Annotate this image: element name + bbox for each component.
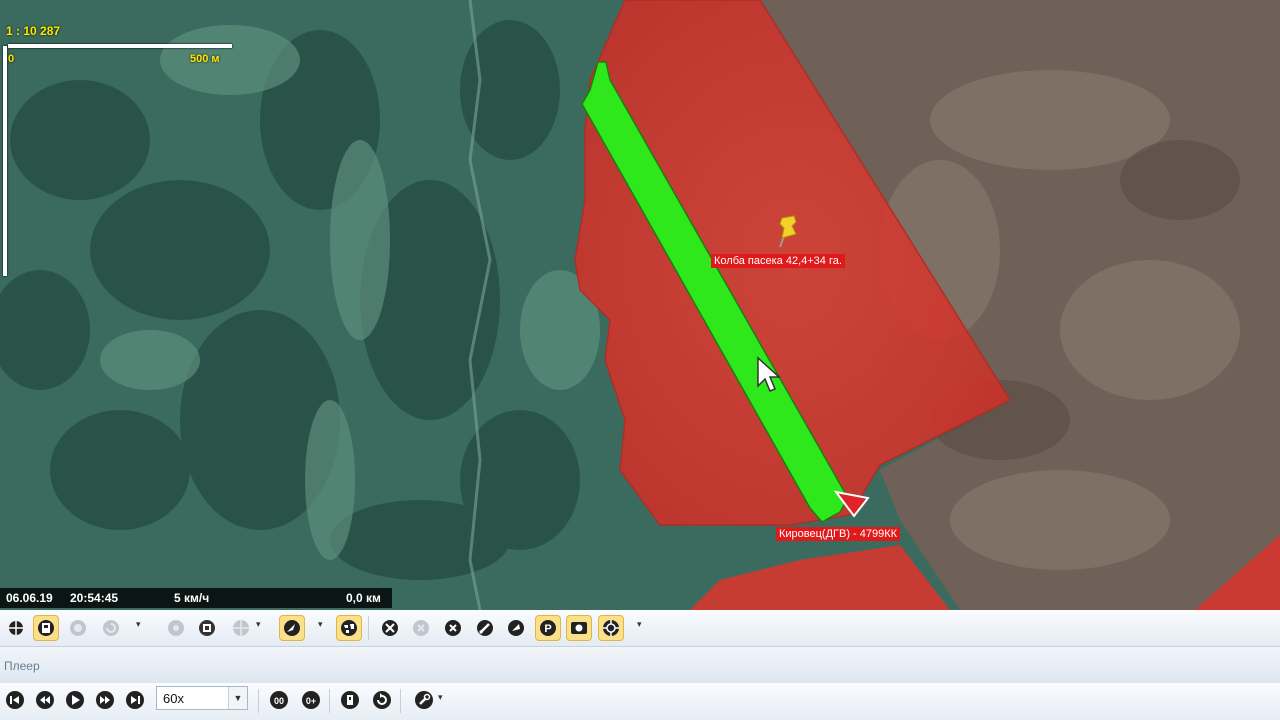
map-layer-icon[interactable]	[33, 615, 59, 641]
status-distance: 0,0 км	[346, 591, 381, 605]
crosshair-icon[interactable]	[4, 616, 28, 640]
film-icon[interactable]	[195, 616, 219, 640]
scale-bar-segment	[8, 44, 118, 48]
panel-title: Плеер	[4, 659, 40, 673]
toolbar-separator	[258, 689, 259, 713]
scale-ratio: 1 : 10 287	[6, 24, 61, 38]
chevron-down-icon[interactable]: ▼	[228, 687, 247, 709]
dropdown-arrow-icon[interactable]: ▾	[438, 692, 443, 703]
status-time: 20:54:45	[70, 591, 119, 605]
disabled-circle-icon[interactable]	[66, 616, 90, 640]
status-speed: 5 км/ч	[174, 591, 210, 605]
svg-text:P: P	[544, 623, 551, 635]
satellite-map	[0, 0, 1280, 610]
disabled-refresh-icon[interactable]	[99, 616, 123, 640]
speed-select[interactable]: 60x ▼	[156, 686, 248, 710]
dropdown-arrow-icon[interactable]: ▾	[256, 619, 261, 630]
gps-icon[interactable]	[598, 615, 624, 641]
fast-forward-icon[interactable]	[93, 688, 117, 712]
scale-label-start: 0	[8, 53, 15, 65]
map-toolbar: ▾ ▾ ▾ P ▾	[0, 610, 1280, 647]
play-icon[interactable]	[63, 688, 87, 712]
parking-icon[interactable]: P	[535, 615, 561, 641]
vehicle-icon[interactable]	[504, 616, 528, 640]
refresh-icon[interactable]	[370, 688, 394, 712]
compass-icon[interactable]	[279, 615, 305, 641]
disabled-target-icon[interactable]	[164, 616, 188, 640]
zero-plus-icon[interactable]: 0+	[299, 688, 323, 712]
toolbar-separator	[368, 616, 369, 640]
skip-start-icon[interactable]	[3, 688, 27, 712]
settings-icon[interactable]	[412, 688, 436, 712]
dropdown-arrow-icon[interactable]: ▾	[318, 619, 323, 630]
clear-icon[interactable]	[441, 616, 465, 640]
dropdown-arrow-icon[interactable]: ▾	[136, 619, 141, 630]
camera-icon[interactable]	[566, 615, 592, 641]
svg-text:00: 00	[274, 696, 284, 706]
route-icon[interactable]	[473, 616, 497, 640]
scale-label-end: 500 м	[190, 53, 220, 65]
toolbar-separator	[400, 689, 401, 713]
svg-text:0+: 0+	[306, 696, 316, 706]
dropdown-arrow-icon[interactable]: ▾	[637, 619, 642, 630]
globe-icon[interactable]	[229, 616, 253, 640]
speed-value: 60x	[163, 691, 184, 706]
scale-vertical-line	[3, 46, 7, 276]
toolbar-separator	[329, 689, 330, 713]
world-map-icon[interactable]	[336, 615, 362, 641]
info-icon[interactable]	[338, 688, 362, 712]
status-date: 06.06.19	[6, 591, 53, 605]
disabled-stop-icon[interactable]	[409, 616, 433, 640]
skip-end-icon[interactable]	[123, 688, 147, 712]
stop-icon[interactable]	[378, 616, 402, 640]
field-label: Колба пасека 42,4+34 га.	[711, 254, 845, 268]
status-bar: 06.06.19 20:54:45 5 км/ч 0,0 км	[0, 588, 392, 608]
player-panel-header: Плеер	[0, 647, 1280, 684]
map-view[interactable]: 1 : 10 287 0 500 м Колба пасека 42,4+34 …	[0, 0, 1280, 610]
player-toolbar: 60x ▼ 00 0+ ▾	[0, 683, 1280, 720]
zero-zero-icon[interactable]: 00	[267, 688, 291, 712]
vehicle-label: Кировец(ДГВ) - 4799КК	[776, 527, 901, 541]
rewind-icon[interactable]	[33, 688, 57, 712]
